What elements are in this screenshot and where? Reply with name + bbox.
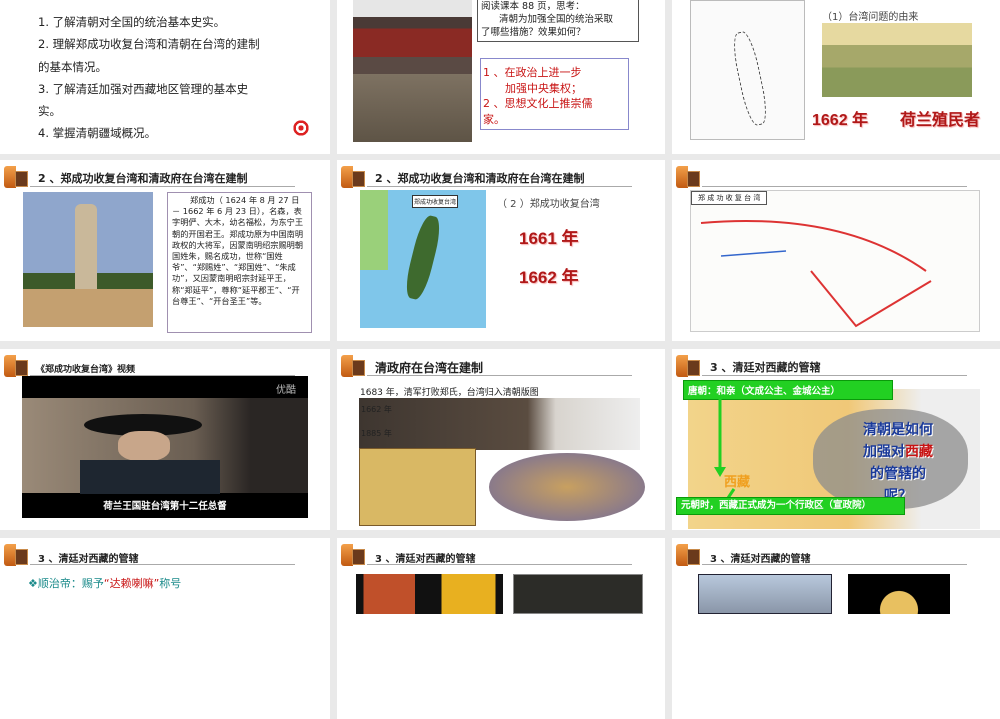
question-line: 加强对 (863, 444, 905, 460)
year-label-1661: 1661 年 (519, 229, 579, 248)
slide-thumbnail-12[interactable]: 3 、清廷对西藏的管辖 (672, 538, 1000, 719)
answer-line: 家。 (483, 112, 505, 126)
document-photo (359, 448, 476, 526)
book-icon (676, 355, 706, 377)
divider (367, 564, 632, 565)
city-gate-photo (353, 0, 472, 142)
question-line: 了哪些措施？效果如何？ (481, 27, 586, 38)
answer-line: 2 、思想文化上推崇儒 (483, 97, 593, 110)
objective: 3. 了解清廷加强对西藏地区管理的基本史 (38, 81, 249, 96)
video-watermark: 优酷 (276, 385, 296, 396)
colonial-painting (822, 23, 972, 97)
question-line: 清朝是如何 (863, 422, 933, 438)
slide-thumbnail-4[interactable]: 2 、郑成功收复台湾和清政府在台湾在建制 郑成功（ 1624 年 8 月 27 … (0, 160, 330, 341)
divider (367, 375, 632, 376)
video-player[interactable]: 优酷 荷兰王国驻台湾第十二任总督 (22, 376, 308, 518)
answer-line: 加强中央集权； (505, 81, 582, 95)
campaign-route-map: 郑 成 功 收 复 台 湾 (690, 190, 980, 332)
divider (702, 564, 967, 565)
map-title: 郑成功收复台湾 (412, 195, 459, 208)
slide-title: 2 、郑成功收复台湾和清政府在台湾在建制 (375, 172, 585, 185)
slide-thumbnail-6[interactable]: 郑 成 功 收 复 台 湾 (672, 160, 1000, 341)
objectives-list: 1. 了解清朝对全国的统治基本史实。 2. 理解郑成功收复台湾和清朝在台湾的建制… (38, 11, 260, 145)
dutch-colonists-label: 荷兰殖民者 (900, 112, 981, 129)
green-arrows (714, 397, 736, 507)
slide-thumbnail-10[interactable]: 3 、清廷对西藏的管辖 ❖顺治帝：赐予“达赖喇嘛”称号 (0, 538, 330, 719)
slide-thumbnail-1[interactable]: 1. 了解清朝对全国的统治基本史实。 2. 理解郑成功收复台湾和清朝在台湾的建制… (0, 0, 330, 154)
item-highlight: “达赖喇嘛” (103, 577, 160, 590)
year-label-1662: 1662 年 (519, 268, 579, 287)
taiwan-coin-photo (489, 453, 645, 521)
objective: 的基本情况。 (38, 59, 107, 74)
tibetan-seal-photo (513, 574, 643, 614)
slide-title: 3 、清廷对西藏的管辖 (710, 361, 821, 374)
objective: 1. 了解清朝对全国的统治基本史实。 (38, 15, 226, 29)
zheng-chenggong-statue-photo (23, 192, 153, 327)
question-line: 的管辖的 (870, 466, 926, 482)
divider (30, 186, 295, 187)
timeline-1885: 1885 年 (361, 429, 392, 438)
timeline-1683: 1683 年，清军打败郑氏，台湾归入清朝版图 (360, 388, 539, 398)
slide-thumbnail-3[interactable]: （1）台湾问题的由来 1662 年 荷兰殖民者 (672, 0, 1000, 154)
slide-thumbnail-8[interactable]: 清政府在台湾在建制 1683 年，清军打败郑氏，台湾归入清朝版图 1662 年 … (337, 349, 665, 530)
item-text: 称号 (159, 577, 182, 590)
slide-thumbnail-9[interactable]: 3 、清廷对西藏的管辖 西藏 清朝是如何 加强对西藏 的管辖的 呢？ 唐朝：和亲… (672, 349, 1000, 530)
target-icon (292, 119, 310, 137)
question-highlight: 西藏 (905, 444, 933, 460)
taiwan-building-photo: 1662 年 1885 年 (359, 398, 640, 450)
year-label: 1662 年 (812, 112, 869, 129)
divider (702, 186, 967, 187)
yuan-dynasty-label: 元朝时，西藏正式成为一个行政区（宣政院） (676, 497, 905, 515)
video-subtitle: 荷兰王国驻台湾第十二任总督 (103, 501, 227, 512)
book-icon (4, 355, 34, 377)
mountain-photo (698, 574, 832, 614)
slide-subtitle: （1）台湾问题的由来 (822, 12, 919, 23)
item-text: ❖顺治帝：赐予 (28, 577, 104, 590)
question-line: 清朝为加强全国的统治采取 (499, 14, 614, 25)
slide-title: 3 、清廷对西藏的管辖 (38, 554, 139, 565)
slide-title: 2 、郑成功收复台湾和清政府在台湾在建制 (38, 172, 248, 185)
book-icon (4, 166, 34, 188)
question-line: 阅读课本 88 页，思考： (481, 1, 585, 12)
book-icon (341, 355, 371, 377)
book-icon (676, 544, 706, 566)
zheng-recovery-map: 郑成功收复台湾 (360, 190, 486, 328)
lama-portraits (356, 574, 503, 614)
slide-title: 清政府在台湾在建制 (375, 361, 484, 375)
golden-urn-photo (848, 574, 950, 614)
slide-title: 3 、清廷对西藏的管辖 (710, 554, 811, 565)
timeline-1662: 1662 年 (361, 405, 392, 414)
divider (30, 564, 295, 565)
divider (702, 375, 967, 376)
book-icon (4, 544, 34, 566)
slide-thumbnail-7[interactable]: 《郑成功收复台湾》视频 优酷 荷兰王国驻台湾第十二任总督 (0, 349, 330, 530)
slide-thumbnail-5[interactable]: 2 、郑成功收复台湾和清政府在台湾在建制 郑成功收复台湾 （ 2 ）郑成功收复台… (337, 160, 665, 341)
slide-title: 3 、清廷对西藏的管辖 (375, 554, 476, 565)
shunzhi-item: ❖顺治帝：赐予“达赖喇嘛”称号 (28, 575, 181, 591)
answer-line: 1 、在政治上进一步 (483, 66, 582, 79)
route-arrows (700, 220, 932, 328)
biography-text: 郑成功（ 1624 年 8 月 27 日－ 1662 年 6 月 23 日），名… (167, 192, 312, 333)
objective: 实。 (38, 104, 61, 119)
book-icon (341, 544, 371, 566)
slide-subtitle: （ 2 ）郑成功收复台湾 (497, 199, 600, 210)
slide-thumbnail-11[interactable]: 3 、清廷对西藏的管辖 (337, 538, 665, 719)
divider (367, 186, 632, 187)
question-box: 阅读课本 88 页，思考： 清朝为加强全国的统治采取 了哪些措施？效果如何？ (477, 0, 639, 42)
book-icon (341, 166, 371, 188)
slide-thumbnail-2[interactable]: 阅读课本 88 页，思考： 清朝为加强全国的统治采取 了哪些措施？效果如何？ 1… (337, 0, 665, 154)
objective: 4. 掌握清朝疆域概况。 (38, 126, 157, 141)
book-icon (676, 166, 706, 188)
slide-title: 《郑成功收复台湾》视频 (36, 365, 136, 375)
objective: 2. 理解郑成功收复台湾和清朝在台湾的建制 (38, 37, 260, 52)
taiwan-map (690, 0, 805, 140)
answer-box: 1 、在政治上进一步 加强中央集权； 2 、思想文化上推崇儒 家。 (480, 58, 629, 130)
